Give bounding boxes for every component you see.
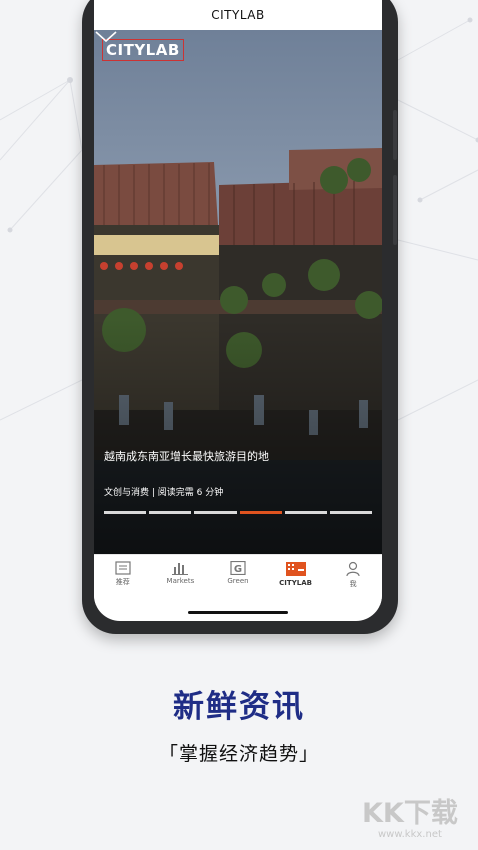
progress-segment [104, 511, 147, 514]
phone-side-button [393, 110, 397, 160]
hero-photo [94, 30, 382, 554]
phone-volume-button [393, 175, 397, 245]
story-meta: 文创与消费 | 阅读完需 6 分钟 [104, 488, 224, 498]
progress-segment-active [239, 511, 282, 514]
tab-label: Green [227, 577, 249, 585]
bar-chart-icon [172, 563, 189, 575]
progress-segment [194, 511, 237, 514]
tab-label: CITYLAB [279, 579, 312, 587]
hero-story[interactable]: CITYLAB 越南成东南亚增长最快旅游目的地 文创与消费 | 阅读完需 6 分… [94, 30, 382, 554]
watermark-logo: KK下载 [362, 798, 458, 829]
progress-segment [329, 511, 373, 514]
watermark-url: www.kkx.net [378, 829, 442, 840]
tab-markets[interactable]: Markets [152, 555, 210, 605]
news-icon [115, 561, 131, 575]
tab-me[interactable]: 我 [324, 555, 382, 605]
story-headline[interactable]: 越南成东南亚增长最快旅游目的地 [104, 448, 269, 464]
tab-recommend[interactable]: 推荐 [94, 555, 152, 605]
phone-screen: CITYLAB CITYLAB 越南成东南亚增长最快旅游目的地 文创与消费 | … [94, 0, 382, 621]
tab-label: 推荐 [115, 578, 130, 586]
progress-segment [149, 511, 192, 514]
progress-segment [284, 511, 327, 514]
city-building-icon [285, 562, 306, 576]
promo-subtitle: 「掌握经济趋势」 [158, 743, 319, 765]
tab-label: 我 [349, 580, 357, 588]
person-icon [346, 561, 360, 577]
promo-title: 新鲜资讯 [173, 689, 305, 725]
chevron-down-icon[interactable] [94, 30, 118, 44]
bottom-tab-bar: 推荐 Markets G Green CITYLAB 我 [94, 554, 382, 605]
tab-green[interactable]: G Green [209, 555, 267, 605]
home-indicator[interactable] [188, 611, 288, 614]
story-progress [104, 511, 373, 514]
svg-text:G: G [234, 564, 242, 575]
tab-label: Markets [166, 577, 195, 585]
tab-citylab[interactable]: CITYLAB [267, 555, 325, 605]
app-title: CITYLAB [94, 0, 382, 30]
green-g-icon: G [230, 561, 246, 575]
